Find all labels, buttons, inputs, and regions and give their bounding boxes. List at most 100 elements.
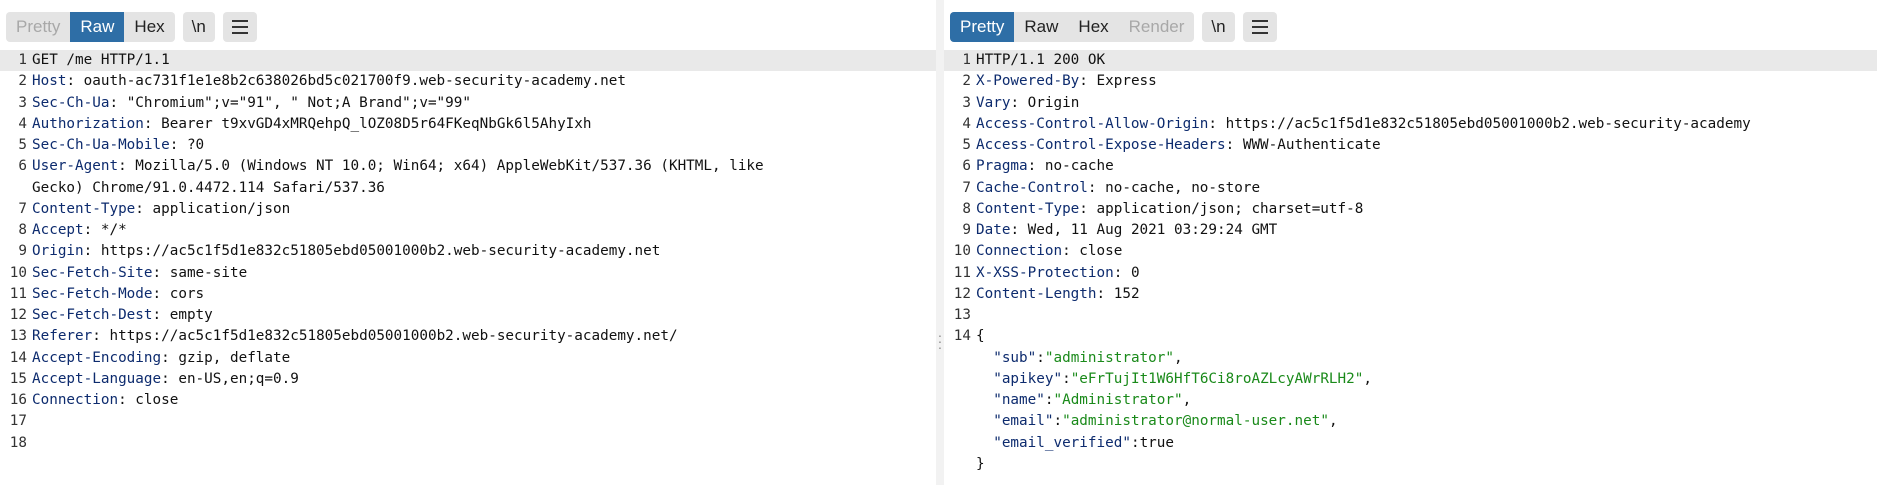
response-tab-pretty[interactable]: Pretty: [950, 12, 1015, 42]
request-menu-group: [222, 12, 257, 42]
header-name: Content-Length: [976, 285, 1097, 302]
line-content: Authorization: Bearer t9xvGD4xMRQehpQ_lO…: [32, 115, 592, 132]
json-punctuation: ,: [1182, 392, 1192, 408]
line-number: 16: [9, 392, 27, 408]
line-content: Connection: close: [976, 243, 1123, 260]
json-value: "administrator@normal-user.net": [1062, 413, 1329, 430]
code-line: 2 Host: oauth-ac731f1e1e8b2c638026bd5c021…: [0, 71, 936, 92]
header-value: Origin: [1027, 94, 1080, 111]
header-name: Authorization: [32, 115, 144, 132]
header-name: Host: [32, 73, 67, 90]
response-editor[interactable]: 1 HTTP/1.1 200 OK 2 X-Powered-By: Express 3 V…: [944, 50, 1877, 485]
line-number: 9: [18, 243, 27, 260]
header-value: no-cache, no-store: [1105, 179, 1261, 196]
header-value: Express: [1096, 73, 1157, 90]
request-tab-pretty[interactable]: Pretty: [6, 12, 70, 42]
line-content: User-Agent: Mozilla/5.0 (Windows NT 10.0…: [32, 158, 764, 175]
header-value: 0: [1130, 264, 1140, 281]
header-value: 152: [1113, 285, 1140, 302]
code-line: 12 Content-Length: 152: [944, 284, 1877, 305]
code-line: 5 Sec-Ch-Ua-Mobile: ?0: [0, 135, 936, 156]
line-content: Vary: Origin: [976, 94, 1080, 111]
response-pane: Pretty Raw Hex Render \n 1 HTTP/1.1 200 O…: [944, 0, 1877, 485]
line-number: 15: [9, 370, 27, 387]
header-name: Accept-Encoding: [32, 349, 162, 366]
header-name: Sec-Fetch-Site: [32, 264, 153, 281]
pane-splitter[interactable]: [936, 0, 944, 485]
response-tab-hex[interactable]: Hex: [1068, 12, 1118, 42]
line-content: Access-Control-Expose-Headers: WWW-Authe…: [976, 137, 1381, 153]
header-name: Sec-Ch-Ua: [32, 94, 110, 111]
line-number: 14: [9, 349, 27, 366]
line-content: Cache-Control: no-cache, no-store: [976, 179, 1261, 196]
code-line: 13: [944, 305, 1877, 326]
code-line: 8 Accept: */*: [0, 220, 936, 241]
header-name: X-Powered-By: [976, 73, 1080, 90]
code-line: 1 HTTP/1.1 200 OK: [944, 50, 1877, 72]
code-line: "email":"administrator@normal-user.net",: [944, 411, 1877, 432]
header-value: same-site: [169, 264, 248, 281]
json-key: "name": [993, 392, 1045, 408]
line-content: {: [976, 328, 985, 345]
code-line: Gecko) Chrome/91.0.4472.114 Safari/537.3…: [0, 178, 936, 199]
line-content: Accept: */*: [32, 222, 127, 238]
response-menu-group: [1242, 12, 1277, 42]
request-newline-toggle[interactable]: \n: [183, 12, 215, 42]
line-content: "email_verified":true: [993, 434, 1174, 451]
request-editor[interactable]: 1 GET /me HTTP/1.1 2 Host: oauth-ac731f1e1e…: [0, 50, 936, 485]
code-line: "apikey":"eFrTujIt1W6HfT6Ci8roAZLcyAWrRL…: [944, 369, 1877, 390]
line-number: 12: [9, 307, 27, 323]
code-line: 17: [0, 411, 936, 432]
line-number: 13: [953, 307, 971, 323]
json-value: "eFrTujIt1W6HfT6Ci8roAZLcyAWrRLH2": [1070, 370, 1364, 387]
line-number: 11: [9, 285, 27, 302]
line-number: 13: [9, 328, 27, 345]
line-content: Accept-Language: en-US,en;q=0.9: [32, 370, 299, 387]
line-number: 6: [962, 158, 971, 175]
code-line: 3 Sec-Ch-Ua: "Chromium";v="91", " Not;A B…: [0, 93, 936, 114]
line-content: X-XSS-Protection: 0: [976, 264, 1140, 281]
header-value: application/json: [152, 200, 291, 217]
response-tab-render[interactable]: Render: [1119, 12, 1195, 42]
code-line: 9 Date: Wed, 11 Aug 2021 03:29:24 GMT: [944, 220, 1877, 241]
header-name: Content-Type: [32, 200, 136, 217]
response-newline-toggle[interactable]: \n: [1202, 12, 1234, 42]
header-value: */*: [100, 222, 127, 238]
header-value: https://ac5c1f5d1e832c51805ebd05001000b2…: [100, 243, 661, 260]
line-content: X-Powered-By: Express: [976, 73, 1157, 90]
line-number: 5: [18, 137, 27, 153]
line-number: 4: [962, 115, 971, 132]
request-tab-hex[interactable]: Hex: [124, 12, 174, 42]
header-value: WWW-Authenticate: [1242, 137, 1381, 153]
line-content: Access-Control-Allow-Origin: https://ac5…: [976, 115, 1751, 132]
line-number: 3: [18, 94, 27, 111]
line-number: 3: [962, 94, 971, 111]
code-line: 3 Vary: Origin: [944, 93, 1877, 114]
line-number: 8: [18, 222, 27, 238]
line-content: Content-Type: application/json; charset=…: [976, 200, 1364, 217]
line-number: 7: [962, 179, 971, 196]
response-tab-raw[interactable]: Raw: [1014, 12, 1068, 42]
header-name: Referer: [32, 328, 93, 345]
line-number: 18: [9, 434, 27, 451]
response-menu-button[interactable]: [1243, 12, 1277, 42]
request-menu-button[interactable]: [223, 12, 257, 42]
line-content: Content-Type: application/json: [32, 200, 291, 217]
code-line: 18: [0, 433, 936, 454]
request-view-tabs: Pretty Raw Hex: [6, 12, 175, 42]
code-line: 12 Sec-Fetch-Dest: empty: [0, 305, 936, 326]
line-content: Date: Wed, 11 Aug 2021 03:29:24 GMT: [976, 222, 1278, 238]
line-content: Content-Length: 152: [976, 285, 1140, 302]
header-name: Sec-Fetch-Dest: [32, 307, 153, 323]
header-name: Connection: [32, 392, 119, 408]
header-value: gzip, deflate: [178, 349, 291, 366]
line-number: 8: [962, 200, 971, 217]
line-number: 2: [18, 73, 27, 90]
header-value: https://ac5c1f5d1e832c51805ebd05001000b2…: [109, 328, 678, 345]
code-line: 5 Access-Control-Expose-Headers: WWW-Auth…: [944, 135, 1877, 156]
line-content: Host: oauth-ac731f1e1e8b2c638026bd5c0217…: [32, 73, 626, 90]
request-tab-raw[interactable]: Raw: [70, 12, 125, 42]
splitter-grip-icon[interactable]: · · ·: [937, 328, 943, 354]
line-number: 10: [953, 243, 971, 260]
header-name: Accept: [32, 222, 84, 238]
